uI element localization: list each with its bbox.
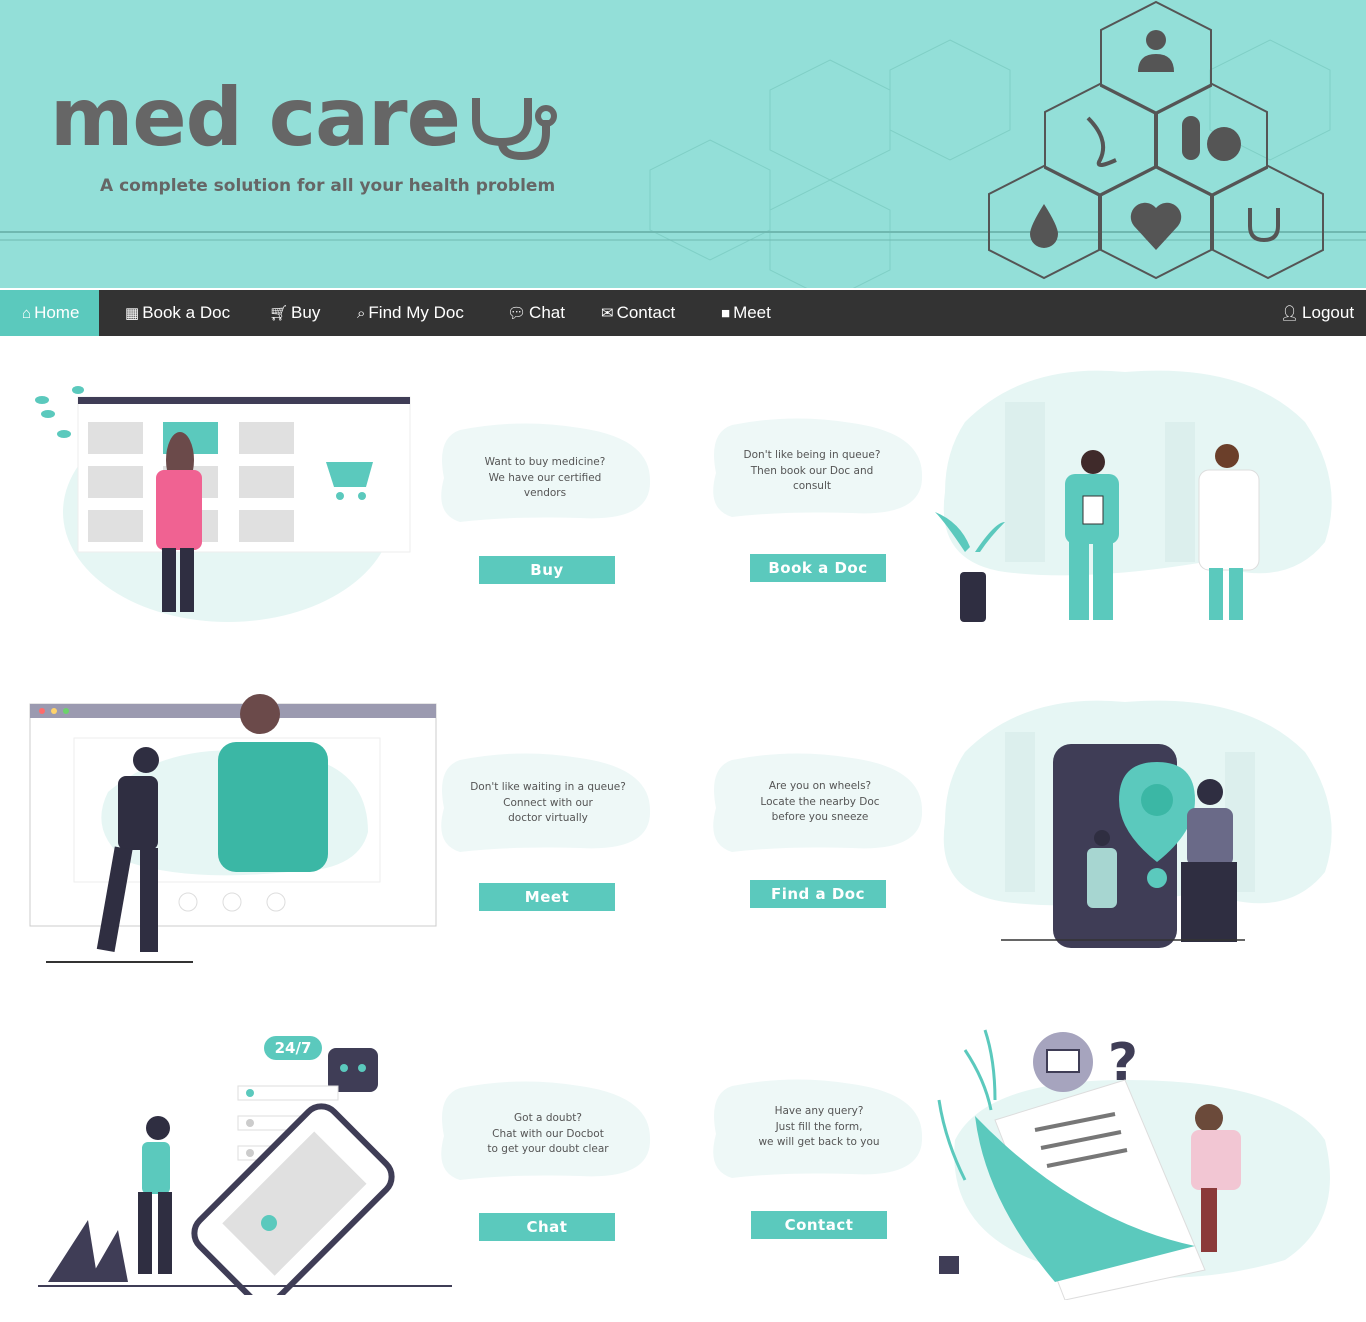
contact-description-line: Just fill the form, (775, 1120, 863, 1133)
contact-description-line: Have any query? (774, 1105, 864, 1117)
find-a-doc-button[interactable]: Find a Doc (750, 880, 886, 908)
buy-description: Want to buy medicine? We have our certif… (445, 455, 645, 502)
search-icon: ⌕ (357, 305, 366, 322)
contact-description-line: we will get back to you (758, 1136, 880, 1148)
nav-book-label: Book a Doc (142, 303, 231, 322)
book-a-doc-button[interactable]: Book a Doc (750, 554, 886, 582)
chat-description: Got a doubt? Chat with our Docbot to get… (448, 1111, 648, 1158)
chat-description-line: to get your doubt clear (487, 1143, 609, 1155)
book-description: Don't like being in queue? Then book our… (712, 448, 912, 495)
nav-book-a-doc[interactable]: ▦ Book a Doc (125, 290, 230, 336)
nav-buy-label: Buy (291, 303, 321, 322)
find-description-line: Locate the nearby Doc (760, 795, 880, 808)
meet-description-line: doctor virtually (508, 812, 588, 824)
nav-find-label: Find My Doc (368, 303, 464, 322)
find-description-line: Are you on wheels? (768, 780, 872, 792)
chat-description-line: Got a doubt? (514, 1112, 582, 1124)
buy-description-line: We have our certified (488, 471, 602, 484)
nav-contact-label: Contact (616, 303, 676, 322)
find-description: Are you on wheels? Locate the nearby Doc… (720, 779, 920, 826)
stethoscope-icon (472, 98, 557, 160)
find-doc-map-illustration (943, 700, 1332, 948)
calendar-icon: ▦ (125, 305, 140, 322)
chat-button[interactable]: Chat (479, 1213, 615, 1241)
buy-button[interactable]: Buy (479, 556, 615, 584)
book-description-line: Don't like being in queue? (743, 449, 881, 461)
nav-meet-label: Meet (733, 303, 771, 322)
find-description-line: before you sneeze (771, 811, 869, 823)
home-icon: ⌂ (22, 305, 32, 322)
nav-find-my-doc[interactable]: ⌕ Find My Doc (357, 290, 464, 336)
site-tagline: A complete solution for all your health … (100, 176, 556, 196)
nav-contact[interactable]: ✉ Contact (601, 290, 675, 336)
chat-icon: 💬︎ (507, 305, 527, 322)
nav-meet[interactable]: ■ Meet (721, 290, 771, 336)
video-icon: ■ (721, 305, 731, 322)
nav-home-label: Home (34, 303, 80, 322)
meet-button[interactable]: Meet (479, 883, 615, 911)
chat-description-line: Chat with our Docbot (492, 1127, 604, 1140)
book-description-line: Then book our Doc and (750, 464, 874, 477)
meet-description-line: Connect with our (503, 796, 593, 809)
nav-logout-label: Logout (1302, 303, 1355, 322)
buy-medicine-illustration (35, 386, 411, 622)
buy-description-line: Want to buy medicine? (484, 456, 606, 468)
nav-chat[interactable]: 💬︎ Chat (507, 290, 565, 336)
virtual-meet-illustration (29, 694, 437, 963)
contact-description: Have any query? Just fill the form, we w… (719, 1104, 919, 1151)
nav-logout[interactable]: 👤︎ Logout (1280, 290, 1354, 336)
nav-home[interactable]: ⌂ Home (0, 290, 100, 336)
site-header: med care A complete solution for all you… (0, 0, 1366, 288)
nav-buy[interactable]: 🛒︎ Buy (269, 290, 320, 336)
buy-description-line: vendors (523, 487, 567, 499)
main-navbar: ⌂ Home ▦ Book a Doc 🛒︎ Buy ⌕ Find My Doc 💬︎ C… (0, 290, 1366, 336)
meet-description-line: Don't like waiting in a queue? (470, 781, 626, 793)
chatbot-illustration: 24/7 (38, 1036, 452, 1295)
envelope-icon: ✉ (601, 305, 614, 322)
site-logo-text: med care (50, 71, 461, 164)
nav-chat-label: Chat (529, 303, 565, 322)
meet-description: Don't like waiting in a queue? Connect w… (448, 780, 648, 827)
chat-badge-label: 24/7 (275, 1039, 312, 1057)
cart-icon: 🛒︎ (269, 305, 289, 322)
user-icon: 👤︎ (1280, 305, 1300, 322)
book-description-line: consult (792, 480, 831, 492)
contact-form-illustration: ? (937, 1029, 1330, 1300)
doctors-illustration (935, 370, 1332, 622)
contact-button[interactable]: Contact (751, 1211, 887, 1239)
